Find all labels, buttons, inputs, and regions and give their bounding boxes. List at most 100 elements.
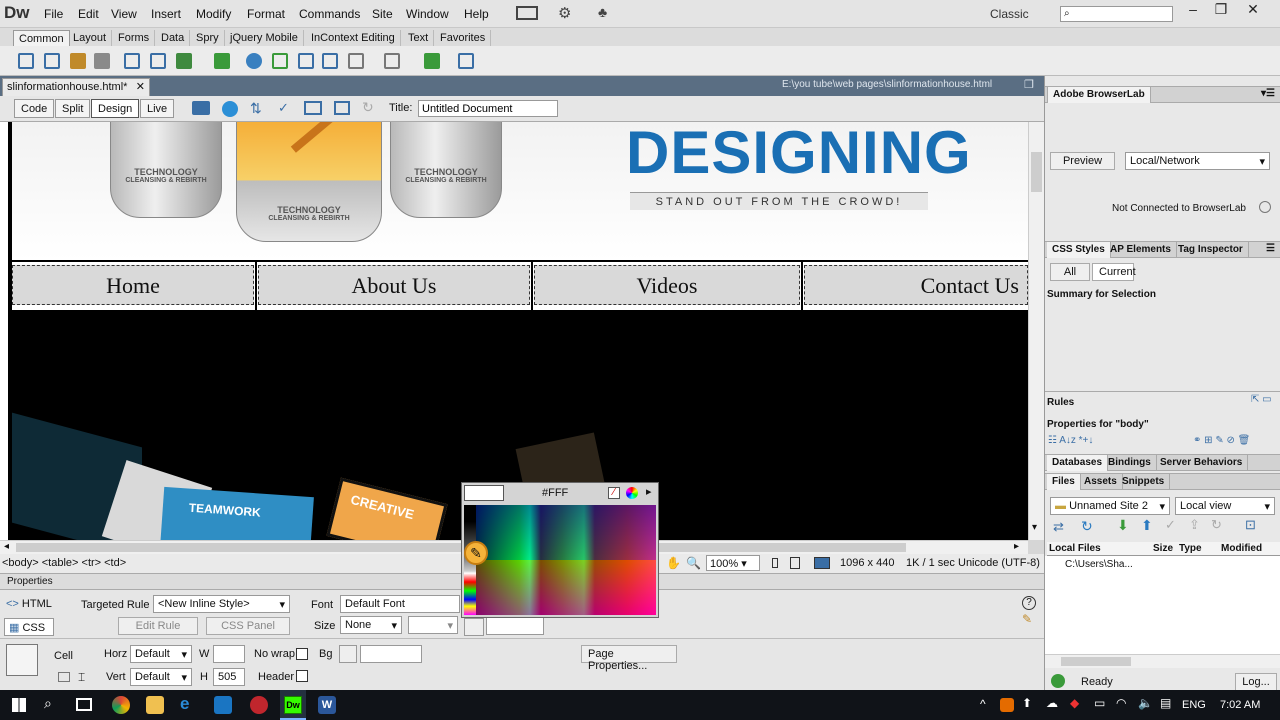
tray-app-icon[interactable] [1000, 698, 1014, 712]
tab-layout[interactable]: Layout [68, 30, 113, 46]
tray-upload-icon[interactable]: ⬆ [1022, 696, 1032, 710]
preview-button[interactable]: Preview [1050, 152, 1115, 170]
close-tab-icon[interactable]: ✕ [136, 80, 145, 93]
merge-cells-icon[interactable] [58, 672, 70, 682]
files-horizontal-scrollbar[interactable] [1045, 654, 1280, 668]
browserlab-tab[interactable]: Adobe BrowserLab [1047, 87, 1151, 103]
refresh-icon[interactable]: ↻ [362, 99, 374, 116]
check-browser-icon[interactable] [334, 101, 350, 115]
volume-icon[interactable]: 🔈 [1138, 696, 1153, 710]
comment-icon[interactable] [322, 53, 338, 69]
language-indicator[interactable]: ENG [1182, 699, 1206, 711]
tab-bindings[interactable]: Bindings [1103, 455, 1157, 471]
tray-expand-icon[interactable]: ^ [980, 697, 986, 711]
hyperlink-icon[interactable] [18, 53, 34, 69]
edge-icon[interactable]: e [180, 694, 189, 714]
split-view-button[interactable]: Split [55, 99, 91, 118]
preview-browser-icon[interactable] [222, 101, 238, 117]
antivirus-icon[interactable]: ◆ [1070, 696, 1079, 710]
put-files-icon[interactable]: ⬆ [1141, 517, 1153, 534]
panel-options-icon[interactable]: ▾☰ [1261, 88, 1275, 99]
help-search-input[interactable]: ⌕ [1060, 6, 1173, 22]
menu-window[interactable]: Window [406, 7, 449, 21]
split-cells-icon[interactable]: ⌶ [78, 670, 85, 685]
log-button[interactable]: Log... [1235, 673, 1277, 691]
zoom-select[interactable]: 100% ▾ [706, 555, 760, 571]
tab-text[interactable]: Text [403, 30, 435, 46]
restore-icon[interactable]: ❐ [1204, 0, 1238, 20]
window-size[interactable]: 1096 x 440 [840, 557, 894, 569]
file-explorer-icon[interactable] [146, 696, 164, 714]
tab-tag-inspector[interactable]: Tag Inspector [1173, 242, 1249, 258]
tab-files[interactable]: Files [1047, 474, 1081, 490]
clock[interactable]: 7:02 AM [1220, 699, 1260, 711]
store-icon[interactable] [214, 696, 232, 714]
document-tab[interactable]: slinformationhouse.html* ✕ [2, 78, 150, 96]
css-action-icons[interactable]: ⚭ ⊞ ✎ ⊘ 🗑 [1193, 435, 1250, 446]
media-player-icon[interactable] [250, 696, 268, 714]
current-mode-button[interactable]: Current [1092, 263, 1136, 281]
windows-start-icon[interactable] [12, 698, 26, 712]
tab-data[interactable]: Data [156, 30, 191, 46]
design-view[interactable]: TECHNOLOGY CLEANSING & REBIRTH TECHNOLOG… [0, 122, 1044, 540]
nav-about-us[interactable]: About Us [258, 265, 530, 305]
css-mode-button[interactable]: ▦ CSS [4, 618, 54, 636]
mobile-size-icon[interactable] [772, 558, 778, 568]
menu-format[interactable]: Format [247, 7, 285, 21]
tab-jquery-mobile[interactable]: jQuery Mobile [225, 30, 304, 46]
search-icon[interactable]: ⌕ [44, 695, 52, 712]
system-color-icon[interactable] [626, 487, 638, 499]
hr-icon[interactable] [94, 53, 110, 69]
color-swatch-grid[interactable] [476, 505, 656, 615]
vert-select[interactable]: Default ▾ [130, 668, 192, 686]
css-panel-button[interactable]: CSS Panel [206, 617, 290, 635]
div-icon[interactable] [150, 53, 166, 69]
widget-icon[interactable] [246, 53, 262, 69]
col-size[interactable]: Size [1153, 543, 1173, 554]
header-checkbox[interactable] [296, 670, 308, 682]
task-view-icon[interactable] [76, 698, 92, 711]
media-icon[interactable] [214, 53, 230, 69]
templates-icon[interactable] [424, 53, 440, 69]
dreamweaver-taskbar-item[interactable]: Dw [280, 690, 306, 720]
col-local-files[interactable]: Local Files [1049, 543, 1101, 554]
text-color-swatch[interactable] [464, 618, 484, 636]
site-icon[interactable]: ♣ [598, 4, 607, 20]
zoom-tool-icon[interactable]: 🔍 [686, 556, 701, 570]
refresh-files-icon[interactable]: ↻ [1081, 518, 1093, 535]
bg-color-swatch[interactable] [339, 645, 357, 663]
tag-chooser-icon[interactable] [458, 53, 474, 69]
close-icon[interactable]: ✕ [1236, 0, 1270, 20]
col-type[interactable]: Type [1179, 543, 1202, 554]
w3c-validation-icon[interactable]: ✓ [278, 100, 289, 116]
palette-menu-icon[interactable]: ▸ [646, 485, 652, 498]
script-icon[interactable] [384, 53, 400, 69]
height-field[interactable]: 505 [213, 668, 245, 686]
date-icon[interactable] [272, 53, 288, 69]
gear-icon[interactable]: ⚙ [558, 4, 571, 22]
design-view-button[interactable]: Design [91, 99, 140, 118]
no-color-icon[interactable]: ⁄ [608, 487, 620, 499]
nav-contact-us[interactable]: Contact Us [804, 265, 1028, 305]
tab-favorites[interactable]: Favorites [435, 30, 492, 46]
battery-icon[interactable]: ▭ [1094, 696, 1105, 710]
check-in-icon[interactable]: ⇪ [1189, 517, 1200, 533]
all-mode-button[interactable]: All [1050, 263, 1090, 281]
scroll-thumb[interactable] [1031, 152, 1042, 192]
visual-aids-icon[interactable] [304, 101, 322, 115]
connect-icon[interactable]: ⇄ [1053, 519, 1064, 535]
expand-icon[interactable]: ⊡ [1245, 517, 1256, 533]
workspace-switcher[interactable]: Classic [990, 7, 1029, 21]
view-select[interactable]: Local view ▾ [1175, 497, 1275, 515]
targeted-rule-select[interactable]: <New Inline Style> ▾ [153, 595, 290, 613]
css-view-icons[interactable]: ☷ A↓z *+↓ [1048, 435, 1093, 446]
document-title-input[interactable] [418, 100, 558, 117]
scroll-down-icon[interactable]: ▾ [1032, 522, 1037, 533]
file-row-root[interactable]: C:\Users\Sha... [1065, 559, 1133, 570]
tab-common[interactable]: Common [13, 30, 70, 46]
horz-select[interactable]: Default ▾ [130, 645, 192, 663]
tablet-size-icon[interactable] [790, 557, 800, 569]
sync-icon[interactable]: ↻ [1211, 517, 1222, 533]
head-icon[interactable] [348, 53, 364, 69]
image-icon[interactable] [176, 53, 192, 69]
